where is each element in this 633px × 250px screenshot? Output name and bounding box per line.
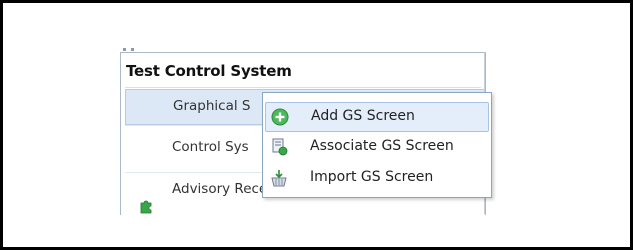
context-menu: Add GS Screen Associate GS Screen Import… xyxy=(262,92,492,198)
divider xyxy=(125,87,481,88)
menu-item-associate-gs-screen[interactable]: Associate GS Screen xyxy=(265,133,487,161)
panel-title: Test Control System xyxy=(126,62,292,80)
menu-item-add-gs-screen[interactable]: Add GS Screen xyxy=(265,102,489,132)
import-basket-icon xyxy=(271,170,287,187)
tree-item-label: Control Sys xyxy=(172,139,249,155)
green-puzzle-icon xyxy=(140,200,152,214)
menu-item-label: Associate GS Screen xyxy=(310,138,454,154)
menu-item-label: Add GS Screen xyxy=(311,108,415,124)
menu-item-label: Import GS Screen xyxy=(310,169,434,185)
tree-item-label: Graphical S xyxy=(173,98,251,114)
panel-header: Test Control System xyxy=(121,53,485,87)
menu-item-import-gs-screen[interactable]: Import GS Screen xyxy=(265,164,487,192)
green-plus-circle-icon xyxy=(271,108,289,126)
document-link-icon xyxy=(272,138,288,156)
